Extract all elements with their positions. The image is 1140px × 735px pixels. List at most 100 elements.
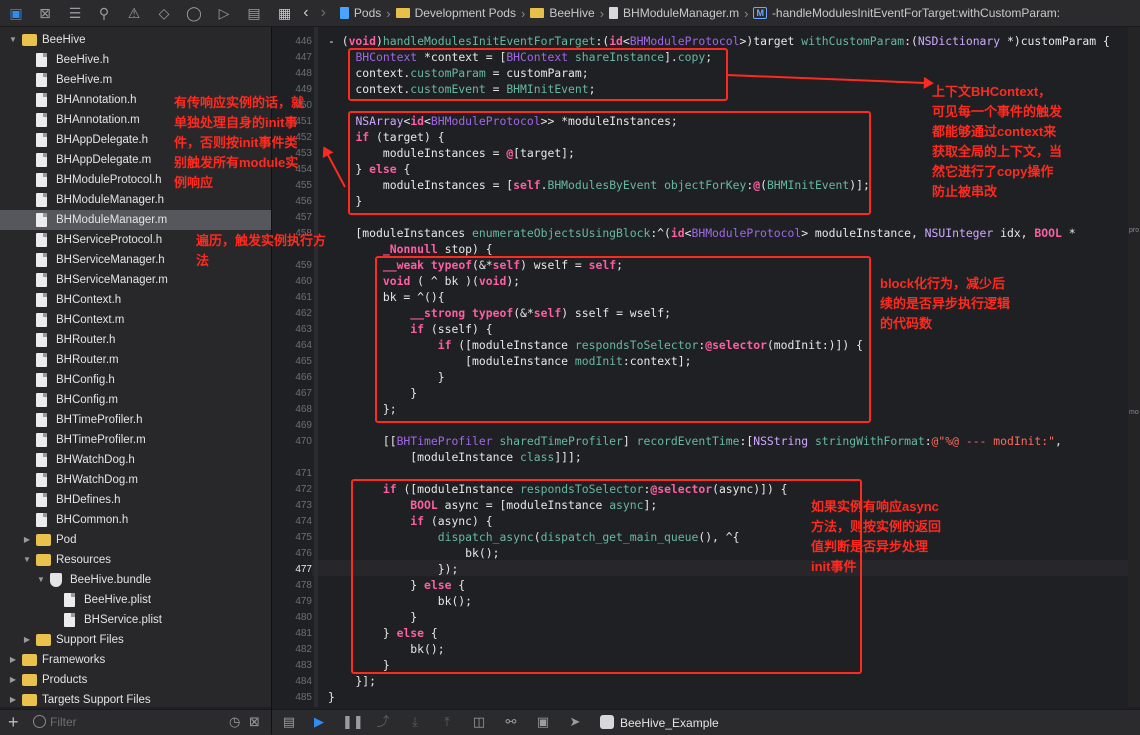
code-token: } bbox=[328, 690, 335, 704]
navigator-item[interactable]: BHModuleManager.m bbox=[0, 210, 271, 230]
code-line[interactable]: [moduleInstance class]]]; bbox=[328, 450, 581, 464]
navigator-item[interactable]: BHTimeProfiler.m bbox=[0, 430, 271, 450]
navigator-item[interactable]: BHContext.m bbox=[0, 310, 271, 330]
recent-files-icon[interactable]: ◷ bbox=[229, 714, 240, 730]
code-line[interactable]: _Nonnull stop) { bbox=[328, 242, 493, 256]
navigator-item[interactable]: BHTimeProfiler.h bbox=[0, 410, 271, 430]
navigator-item[interactable]: BeeHive.h bbox=[0, 50, 271, 70]
related-items-icon[interactable]: ▦ bbox=[278, 5, 291, 22]
navigator-item[interactable]: BHModuleManager.h bbox=[0, 190, 271, 210]
chevron-right-icon: › bbox=[599, 5, 605, 21]
disclosure-closed-icon[interactable]: ▶ bbox=[8, 650, 18, 670]
code-token: [moduleInstances bbox=[328, 226, 473, 240]
navigator-item[interactable]: ▶ Targets Support Files bbox=[0, 690, 271, 707]
navigator-item[interactable]: BHContext.h bbox=[0, 290, 271, 310]
simulate-location-icon[interactable]: ➤ bbox=[566, 713, 584, 731]
navigator-item[interactable]: BHCommon.h bbox=[0, 510, 271, 530]
line-number: 461 bbox=[295, 292, 312, 303]
navigator-item[interactable]: BHConfig.m bbox=[0, 390, 271, 410]
navigator-item[interactable]: BHRouter.h bbox=[0, 330, 271, 350]
bundle-icon bbox=[50, 573, 62, 587]
step-out-icon[interactable]: ⤒ bbox=[438, 713, 456, 731]
code-token: >)target bbox=[739, 34, 802, 48]
disclosure-closed-icon[interactable]: ▶ bbox=[22, 630, 32, 650]
debug-navigator-icon[interactable]: ◯ bbox=[184, 3, 204, 23]
annotation-note-target: 有传响应实例的话，就 单独处理自身的init事 件，否则按init事件类 别触发… bbox=[174, 95, 305, 190]
navigator-item[interactable]: ▼ Resources bbox=[0, 550, 271, 570]
line-number: 480 bbox=[295, 612, 312, 623]
find-navigator-icon[interactable]: ⚲ bbox=[94, 3, 114, 23]
navigator-item[interactable]: BHWatchDog.h bbox=[0, 450, 271, 470]
navigator-item[interactable]: BeeHive.m bbox=[0, 70, 271, 90]
code-line[interactable]: [[BHTimeProfiler sharedTimeProfiler] rec… bbox=[328, 434, 1062, 448]
navigator-item[interactable]: ▶ Pod bbox=[0, 530, 271, 550]
forward-button[interactable]: › bbox=[321, 4, 326, 22]
navigator-item[interactable]: BHConfig.h bbox=[0, 370, 271, 390]
navigator-item-label: BHCommon.h bbox=[56, 514, 129, 526]
navigator-item[interactable]: BHService.plist bbox=[0, 610, 271, 630]
back-button[interactable]: ‹ bbox=[303, 4, 308, 22]
breadcrumb-method[interactable]: M -handleModulesInitEventForTarget:withCu… bbox=[753, 6, 1060, 20]
disclosure-open-icon[interactable]: ▼ bbox=[8, 30, 18, 50]
breadcrumb-beehive[interactable]: BeeHive bbox=[530, 6, 595, 20]
breakpoint-navigator-icon[interactable]: ▷ bbox=[214, 3, 234, 23]
disclosure-open-icon[interactable]: ▼ bbox=[22, 550, 32, 570]
line-number: 471 bbox=[295, 468, 312, 479]
file-icon bbox=[36, 433, 47, 447]
step-over-icon[interactable]: ⤴ bbox=[374, 713, 392, 731]
navigator-item[interactable]: ▼ BeeHive bbox=[0, 30, 271, 50]
disclosure-open-icon[interactable]: ▼ bbox=[36, 570, 46, 590]
code-token: stop) { bbox=[437, 242, 493, 256]
code-token: handleModulesInitEventForTarget bbox=[382, 34, 596, 48]
issue-navigator-icon[interactable]: ⚠ bbox=[124, 3, 144, 23]
navigator-item[interactable]: ▶ Frameworks bbox=[0, 650, 271, 670]
navigator-item[interactable]: BHWatchDog.m bbox=[0, 470, 271, 490]
code-line[interactable]: } bbox=[328, 690, 335, 704]
breakpoints-toggle-icon[interactable]: ▶ bbox=[310, 713, 328, 731]
memory-graph-icon[interactable]: ⚯ bbox=[502, 713, 520, 731]
code-line[interactable]: - (void)handleModulesInitEventForTarget:… bbox=[328, 34, 1110, 48]
navigator-item-label: BeeHive bbox=[42, 34, 86, 46]
file-icon bbox=[36, 353, 47, 367]
symbol-navigator-icon[interactable]: ☰ bbox=[65, 3, 85, 23]
line-number: 484 bbox=[295, 676, 312, 687]
folder-icon bbox=[36, 634, 51, 646]
source-control-icon[interactable]: ⊠ bbox=[35, 3, 55, 23]
scm-status-icon[interactable]: ⊠ bbox=[249, 714, 260, 730]
filter-input[interactable]: Filter bbox=[50, 715, 77, 729]
code-token: :( bbox=[904, 34, 918, 48]
report-navigator-icon[interactable]: ▤ bbox=[244, 3, 264, 23]
disclosure-closed-icon[interactable]: ▶ bbox=[8, 670, 18, 690]
breadcrumb-development-pods[interactable]: Development Pods bbox=[395, 6, 516, 20]
navigator-item[interactable]: ▼ BeeHive.bundle bbox=[0, 570, 271, 590]
code-line[interactable]: [moduleInstances enumerateObjectsUsingBl… bbox=[328, 226, 1075, 240]
line-number: 466 bbox=[295, 372, 312, 383]
line-number: 481 bbox=[295, 628, 312, 639]
navigator-item[interactable]: ▶ Products bbox=[0, 670, 271, 690]
disclosure-closed-icon[interactable]: ▶ bbox=[8, 690, 18, 707]
code-token: :^( bbox=[650, 226, 671, 240]
breadcrumb-file[interactable]: BHModuleManager.m bbox=[609, 6, 739, 20]
view-debugger-icon[interactable]: ◫ bbox=[470, 713, 488, 731]
add-button[interactable]: + bbox=[8, 712, 19, 733]
breadcrumb-pods[interactable]: Pods bbox=[339, 6, 381, 20]
code-line[interactable]: }]; bbox=[328, 674, 376, 688]
environment-overrides-icon[interactable]: ▣ bbox=[534, 713, 552, 731]
navigator-item-label: BHRouter.m bbox=[56, 354, 119, 366]
navigator-item-label: BeeHive.bundle bbox=[70, 574, 152, 586]
scheme-label[interactable]: BeeHive_Example bbox=[620, 716, 719, 730]
hide-debug-area-icon[interactable]: ▤ bbox=[280, 713, 298, 731]
navigator-item[interactable]: BeeHive.plist bbox=[0, 590, 271, 610]
line-number: 460 bbox=[295, 276, 312, 287]
navigator-item[interactable]: BHRouter.m bbox=[0, 350, 271, 370]
navigator-item[interactable]: BHDefines.h bbox=[0, 490, 271, 510]
minimap[interactable]: pro mo bbox=[1128, 27, 1140, 707]
step-in-icon[interactable]: ⤓ bbox=[406, 713, 424, 731]
navigator-item[interactable]: BHServiceManager.m bbox=[0, 270, 271, 290]
disclosure-closed-icon[interactable]: ▶ bbox=[22, 530, 32, 550]
navigator-item-label: BHAppDelegate.h bbox=[56, 134, 149, 146]
pause-icon[interactable]: ❚❚ bbox=[342, 713, 364, 731]
project-navigator-icon[interactable]: ▣ bbox=[6, 3, 26, 23]
navigator-item[interactable]: ▶ Support Files bbox=[0, 630, 271, 650]
test-navigator-icon[interactable]: ◇ bbox=[154, 3, 174, 23]
